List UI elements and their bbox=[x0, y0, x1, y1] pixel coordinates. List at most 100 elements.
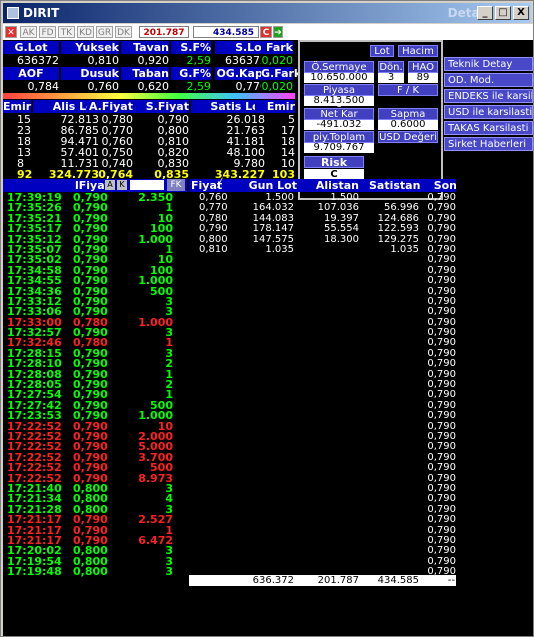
summary-row1-header-3: S.F% bbox=[171, 41, 211, 54]
depth-header-0: Emir bbox=[3, 100, 32, 113]
netkar-value: -491.032 bbox=[304, 120, 374, 130]
summary-row2-header-2: Taban bbox=[121, 67, 169, 80]
app-icon bbox=[7, 7, 19, 19]
filter-input[interactable] bbox=[130, 180, 164, 190]
summary-row2-value-1: 0,760 bbox=[61, 80, 119, 93]
price-range-bar bbox=[3, 93, 295, 99]
side-button-0[interactable]: Teknik Detay bbox=[444, 57, 533, 71]
osermaye-value: 10.650.000 bbox=[304, 73, 374, 83]
c-button[interactable]: C bbox=[260, 26, 272, 38]
sort-icon[interactable]: ╱ bbox=[217, 179, 222, 189]
side-button-1[interactable]: OD. Mod. bbox=[444, 73, 533, 87]
son-column: 0,790 0,790 0,790 0,790 0,790 0,790 0,790 0,790… bbox=[405, 192, 456, 577]
app-window: DIRIT Detay _ □ X ✕ AK FD TK KD GR DK 201.787… bbox=[0, 0, 534, 637]
son-value: 0,790 bbox=[427, 514, 456, 526]
dist-header-2: Alistan bbox=[315, 179, 359, 192]
side-button-2[interactable]: ENDEKS ile karsila bbox=[444, 89, 533, 103]
summary-row1-header-4: S.Lot bbox=[215, 41, 267, 54]
price-field: 201.787 bbox=[139, 26, 189, 38]
ptoplam-value: 9.709.767 bbox=[304, 143, 374, 153]
maximize-button[interactable]: □ bbox=[495, 6, 511, 20]
depth-header-3: S.Fiyat bbox=[133, 100, 189, 113]
summary-row1-header-0: G.Lot bbox=[3, 41, 59, 54]
arrow-right-icon[interactable]: ➔ bbox=[273, 26, 283, 38]
summary-row1-value-5: 0,020 bbox=[261, 54, 293, 67]
trade-price: 0,800 bbox=[73, 565, 108, 579]
summary-row1-header-1: Yuksek bbox=[61, 41, 119, 54]
summary-row1-header-2: Tavan bbox=[121, 41, 169, 54]
trade-row[interactable]: 17:19:48 0,800 3 bbox=[7, 565, 187, 579]
trade-time: 17:19:48 bbox=[7, 565, 62, 579]
summary-row2-header-4: OG.Kap. bbox=[215, 67, 267, 80]
hacim-button[interactable]: Hacim bbox=[398, 45, 438, 57]
toolbar-tab-tk[interactable]: TK bbox=[58, 26, 75, 38]
toolbar-tab-dk[interactable]: DK bbox=[115, 26, 132, 38]
dist-header-0: Fiyat bbox=[191, 179, 223, 192]
son-value: 0,790 bbox=[427, 275, 456, 287]
piyasa-value: 8.413.500 bbox=[304, 96, 374, 106]
summary-row2-value-2: 0,620 bbox=[121, 80, 169, 93]
sapma-value: 0.6000 bbox=[378, 120, 438, 130]
summary-row2-value-0: 0,784 bbox=[3, 80, 59, 93]
dist-cell-0: 0,810 bbox=[199, 244, 228, 255]
toolbar-tab-kd[interactable]: KD bbox=[77, 26, 94, 38]
depth-header-2: A.Fiyat bbox=[87, 100, 133, 113]
title-bar[interactable]: DIRIT Detay _ □ X bbox=[3, 3, 531, 23]
total-gunlot: 636.372 bbox=[252, 575, 294, 586]
depth-header-4: Satis Lot bbox=[191, 100, 265, 113]
dist-header-3: Satistan bbox=[369, 179, 421, 192]
risk-label: Risk Kodu bbox=[304, 156, 364, 181]
minimize-button[interactable]: _ bbox=[477, 6, 493, 20]
toolbar-tab-gr[interactable]: GR bbox=[96, 26, 113, 38]
summary-row1-value-2: 0,920 bbox=[121, 54, 169, 67]
summary-row2-header-3: G.F% bbox=[171, 67, 211, 80]
toolbar: ✕ AK FD TK KD GR DK 201.787 434.585 C ➔ bbox=[3, 24, 533, 40]
summary-row2-header-1: Dusuk bbox=[61, 67, 119, 80]
summary-row2-value-3: 2,59 bbox=[171, 80, 211, 93]
fk-label: F / K bbox=[378, 84, 438, 96]
toolbar-tab-ak[interactable]: AK bbox=[20, 26, 37, 38]
dist-cell-2: 18.300 bbox=[324, 233, 359, 245]
close-button[interactable]: X bbox=[513, 6, 529, 20]
lot-button[interactable]: Lot bbox=[370, 45, 394, 57]
summary-row1-value-4: 636372 bbox=[215, 54, 267, 67]
son-value: 0,790 bbox=[427, 223, 456, 235]
window-title: DIRIT bbox=[23, 6, 60, 20]
side-button-3[interactable]: USD ile karsilasti bbox=[444, 105, 533, 119]
dist-row[interactable]: 0,810 1.035 1.035 bbox=[189, 244, 419, 255]
close-small-icon[interactable]: ✕ bbox=[5, 26, 17, 38]
price2-field: 434.585 bbox=[193, 26, 259, 38]
right-blank bbox=[456, 179, 533, 636]
summary-row2-value-5: 0,020 bbox=[261, 80, 293, 93]
trades-list: 17:39:19 0,790 2.350 17:35:26 0,790 1 17:35:21… bbox=[7, 192, 187, 579]
total-alistan: 201.787 bbox=[317, 575, 359, 586]
summary-row2-header-0: AOF bbox=[3, 67, 59, 80]
don-value: 3 bbox=[378, 73, 404, 83]
distribution-header: Fiyat Gun Lot Alistan Satistan Son ╱ bbox=[189, 179, 457, 192]
dist-header-4: Son bbox=[433, 179, 457, 192]
main-content: ✕ AK FD TK KD GR DK 201.787 434.585 C ➔ G.Lot… bbox=[3, 24, 533, 636]
total-satistan: 434.585 bbox=[377, 575, 419, 586]
depth-header-5: Emir bbox=[255, 100, 295, 113]
side-button-4[interactable]: TAKAS Karsilasti bbox=[444, 121, 533, 135]
son-value: 0,790 bbox=[427, 462, 456, 474]
info-popup: Lot Hacim Ö.Sermaye 10.650.000 Dön. 3 HA… bbox=[298, 40, 443, 200]
totals-row: 636.372 201.787 434.585 -- bbox=[189, 575, 456, 586]
hao-value: 89 bbox=[408, 73, 438, 83]
summary-row2-header-5: G.Fark bbox=[261, 67, 302, 80]
side-button-5[interactable]: Sirket Haberleri bbox=[444, 137, 533, 151]
fk-button[interactable]: FK bbox=[167, 179, 185, 191]
dist-header-1: Gun Lot bbox=[248, 179, 297, 192]
summary-row1-value-3: 2,59 bbox=[171, 54, 211, 67]
summary-row1-value-1: 0,810 bbox=[61, 54, 119, 67]
dist-cell-1: 1.035 bbox=[265, 244, 294, 255]
k-filter-button[interactable]: K bbox=[117, 180, 127, 190]
usd-label: USD Değeri bbox=[378, 131, 438, 143]
trade-lot: 3 bbox=[165, 565, 173, 579]
a-filter-button[interactable]: A bbox=[105, 180, 115, 190]
toolbar-tab-fd[interactable]: FD bbox=[39, 26, 56, 38]
total-son: -- bbox=[447, 575, 455, 586]
summary-row1-value-0: 636372 bbox=[3, 54, 59, 67]
summary-row2-value-4: 0,770 bbox=[215, 80, 267, 93]
summary-row1-header-5: Fark bbox=[261, 41, 293, 54]
